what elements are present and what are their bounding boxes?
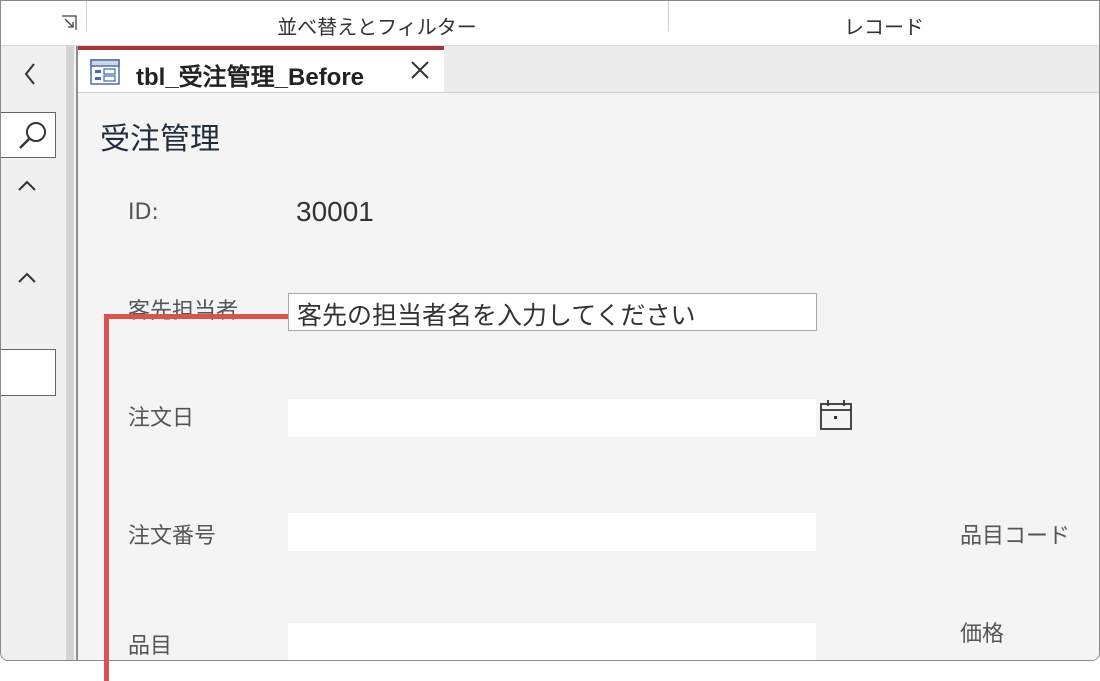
item-field[interactable] [288, 623, 816, 660]
ribbon-group-sort-filter: 並べ替えとフィルター [277, 15, 477, 39]
chevron-left-icon[interactable] [23, 62, 37, 90]
contact-field-text: 客先の担当者名を入力してください [297, 301, 696, 330]
callout-line [104, 314, 109, 681]
nav-item-box[interactable] [1, 349, 56, 396]
item-label: 品目 [128, 634, 173, 659]
order-number-label: 注文番号 [128, 524, 217, 549]
navigation-pane [1, 46, 74, 660]
app-window: 並べ替えとフィルター レコード tbl_受注管理_Before 受注管理 ID:… [0, 0, 1100, 661]
order-number-field[interactable] [288, 513, 816, 551]
tab-tbl-order-before[interactable]: tbl_受注管理_Before [78, 46, 444, 92]
search-box[interactable] [1, 112, 56, 158]
id-value: 30001 [296, 196, 374, 227]
search-icon [16, 119, 50, 157]
document-tab-strip: tbl_受注管理_Before [78, 46, 1099, 93]
pane-splitter[interactable] [66, 46, 74, 660]
ribbon: 並べ替えとフィルター レコード [1, 1, 1099, 46]
id-label: ID: [128, 200, 159, 225]
order-date-field[interactable] [288, 399, 816, 437]
dialog-launcher-icon[interactable] [61, 15, 77, 31]
close-icon[interactable] [410, 60, 430, 84]
form-title: 受注管理 [100, 122, 220, 157]
document-area: tbl_受注管理_Before 受注管理 ID: 30001 客先担当者 客先の… [76, 46, 1099, 660]
chevron-up-icon[interactable] [17, 270, 37, 289]
price-label: 価格 [960, 622, 1005, 647]
tab-title: tbl_受注管理_Before [136, 64, 365, 91]
contact-label: 客先担当者 [128, 299, 239, 324]
order-date-label: 注文日 [128, 406, 195, 431]
calendar-icon[interactable] [819, 399, 853, 435]
form-icon [90, 59, 120, 89]
chevron-up-icon[interactable] [17, 178, 37, 197]
contact-field[interactable]: 客先の担当者名を入力してください [288, 293, 817, 331]
callout-line [104, 314, 288, 319]
ribbon-group-records: レコード [844, 15, 924, 39]
item-code-label: 品目コード [960, 524, 1071, 549]
